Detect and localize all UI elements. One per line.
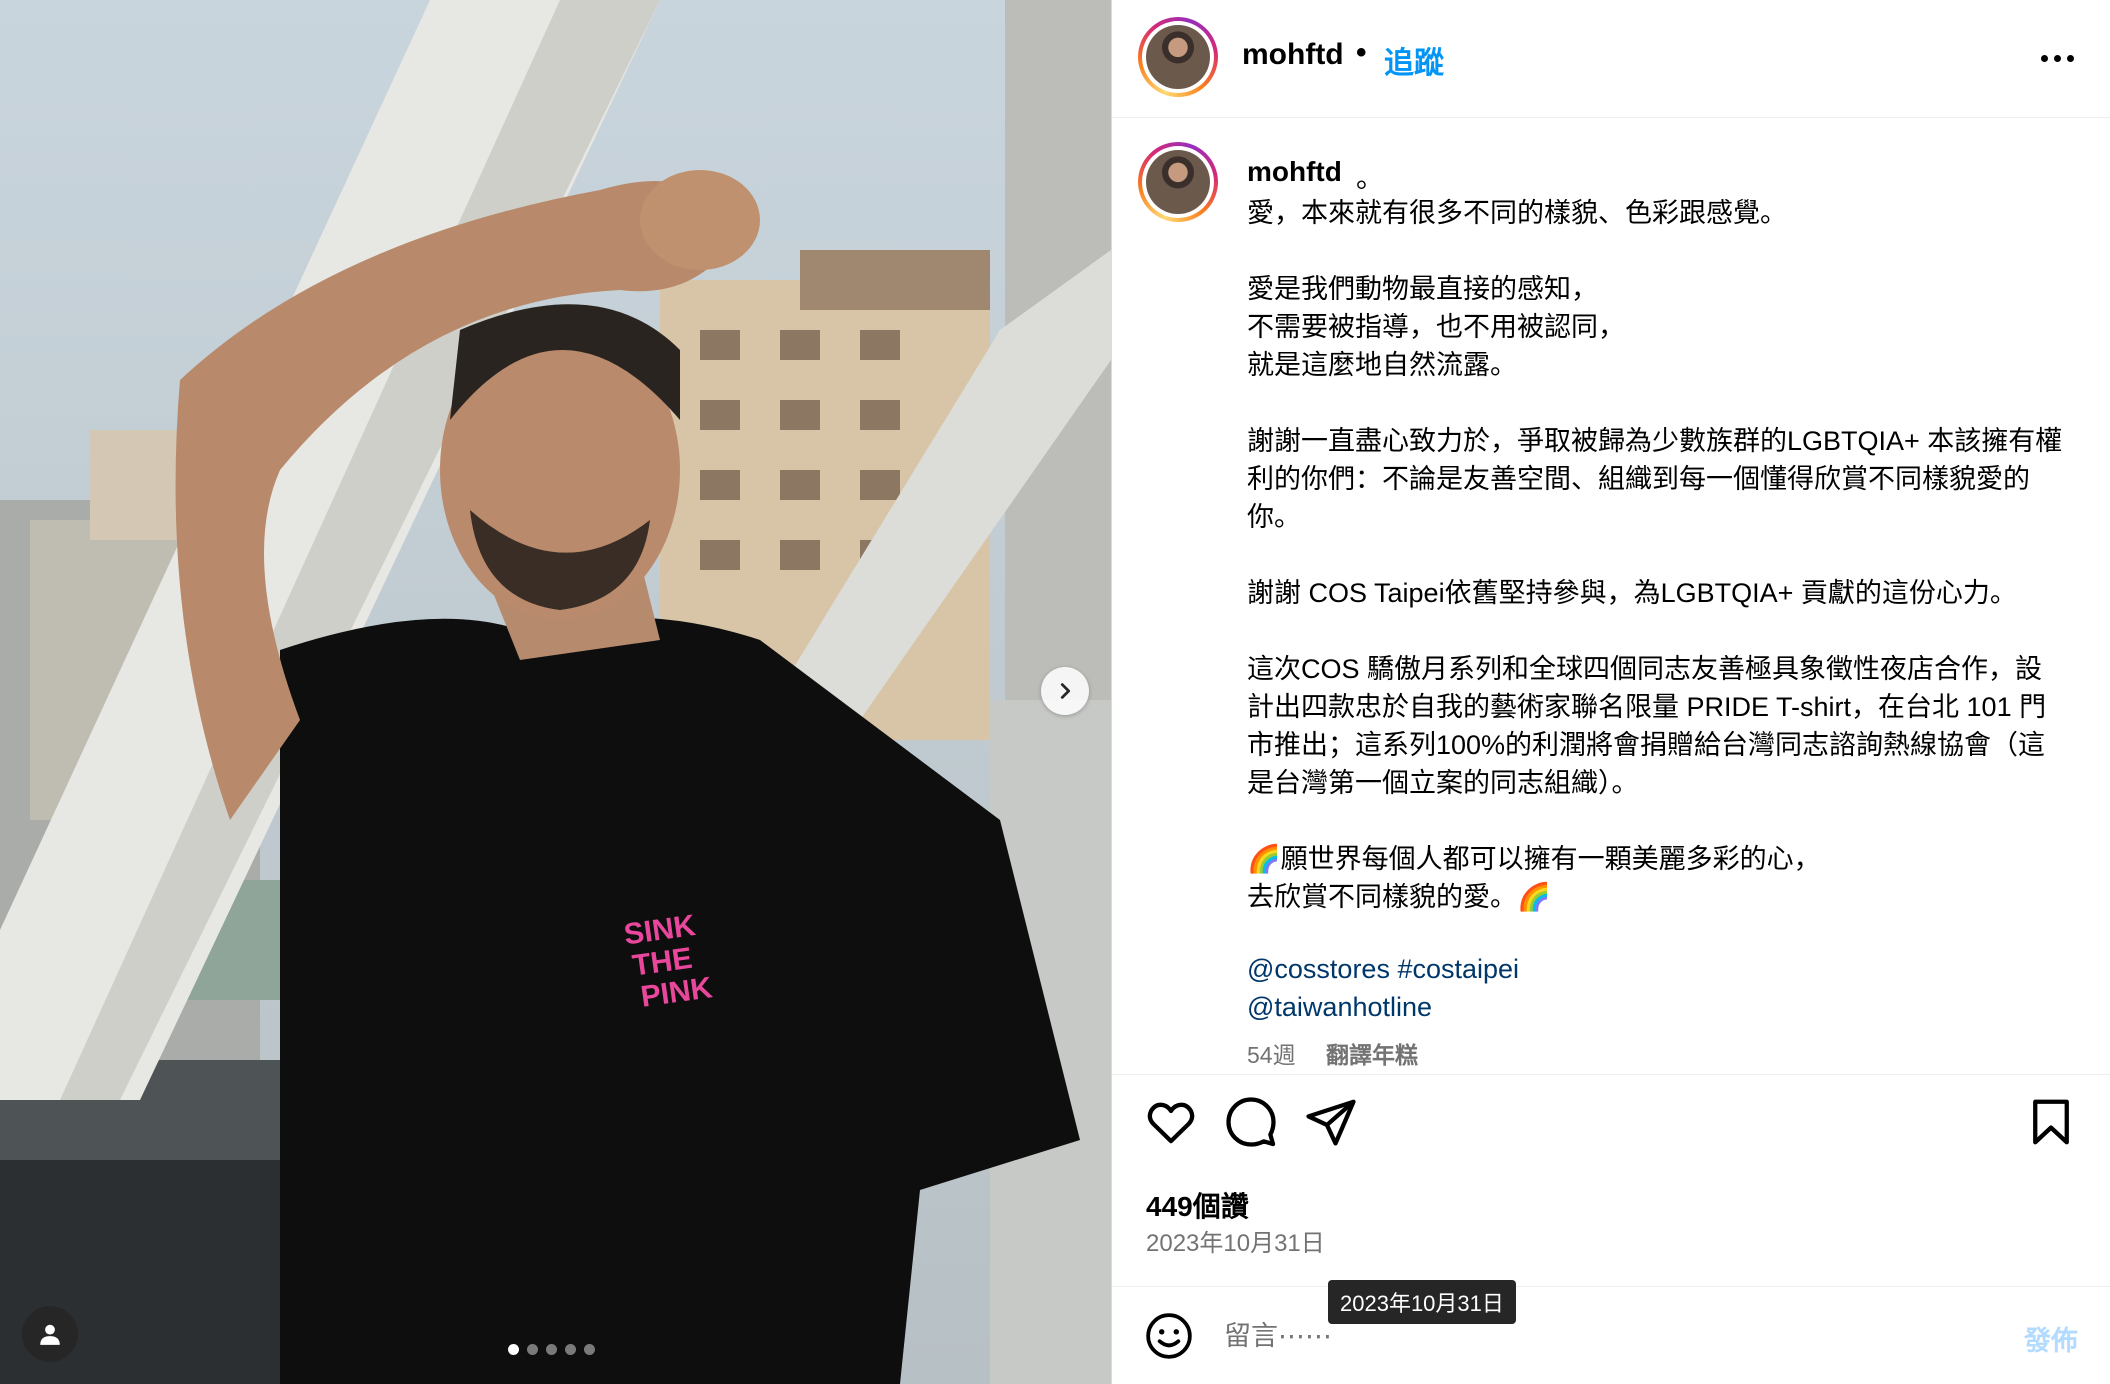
like-count[interactable]: 449個讚	[1146, 1185, 1249, 1225]
tagged-users-button[interactable]	[22, 1306, 78, 1362]
post-media: SINK THE PINK	[0, 0, 1111, 1384]
bookmark-icon	[2033, 1099, 2069, 1145]
caption-username[interactable]: mohftd	[1247, 156, 1342, 188]
post-photo: SINK THE PINK	[0, 0, 1111, 1384]
post-comment-button[interactable]: 發佈	[2024, 1319, 2078, 1358]
more-options-button[interactable]	[2032, 38, 2082, 78]
carousel-next-button[interactable]	[1041, 667, 1089, 715]
chevron-right-icon	[1060, 683, 1071, 699]
action-bar: 449個讚 2023年10月31日	[1112, 1074, 2110, 1286]
hashtag-link[interactable]: #costaipei	[1397, 954, 1519, 984]
post-date[interactable]: 2023年10月31日	[1146, 1223, 1325, 1258]
paper-plane-icon	[1306, 1099, 1356, 1146]
comment-composer: 發佈	[1112, 1286, 2110, 1384]
comment-icon	[1226, 1097, 1276, 1147]
comment-button[interactable]	[1224, 1095, 1278, 1149]
mention-link[interactable]: @cosstores	[1247, 954, 1390, 984]
carousel-dot	[527, 1344, 538, 1355]
user-icon	[40, 1324, 60, 1345]
carousel-dot	[546, 1344, 557, 1355]
smiley-icon	[1146, 1313, 1192, 1359]
carousel-dot	[584, 1344, 595, 1355]
caption-section: mohftd 。 愛，本來就有很多不同的樣貌、色彩跟感覺。 愛是我們動物最直接的…	[1112, 118, 2110, 1074]
carousel-indicator	[508, 1344, 595, 1355]
author-avatar[interactable]	[1138, 17, 1218, 97]
more-horizontal-icon	[2040, 54, 2048, 62]
post-header: mohftd • 追蹤	[1112, 0, 2110, 118]
emoji-button[interactable]	[1144, 1311, 1194, 1361]
mention-link[interactable]: @taiwanhotline	[1247, 992, 1432, 1022]
heart-icon	[1147, 1102, 1195, 1144]
caption-meta: 54週 翻譯年糕	[1247, 1036, 1418, 1070]
like-button[interactable]	[1144, 1095, 1198, 1149]
caption-username-suffix: 。	[1356, 162, 1385, 193]
share-button[interactable]	[1304, 1095, 1358, 1149]
follow-button[interactable]: 追蹤	[1384, 38, 1444, 82]
carousel-dot	[508, 1344, 519, 1355]
carousel-dot	[565, 1344, 576, 1355]
author-username[interactable]: mohftd	[1242, 38, 1344, 72]
caption-tags: @cosstores #costaipei @taiwanhotline	[1247, 950, 1519, 1026]
caption-text: 愛，本來就有很多不同的樣貌、色彩跟感覺。 愛是我們動物最直接的感知， 不需要被指…	[1247, 198, 2063, 912]
translate-button[interactable]: 翻譯年糕	[1326, 1042, 1418, 1068]
post-details-panel: mohftd • 追蹤 mohftd 。 愛，本來就有很多不同的樣貌、色彩跟感覺…	[1111, 0, 2110, 1384]
header-separator: •	[1356, 36, 1367, 69]
caption-age: 54週	[1247, 1042, 1296, 1068]
date-tooltip: 2023年10月31日	[1328, 1280, 1516, 1324]
save-button[interactable]	[2024, 1095, 2078, 1149]
caption-avatar[interactable]	[1138, 142, 1218, 222]
